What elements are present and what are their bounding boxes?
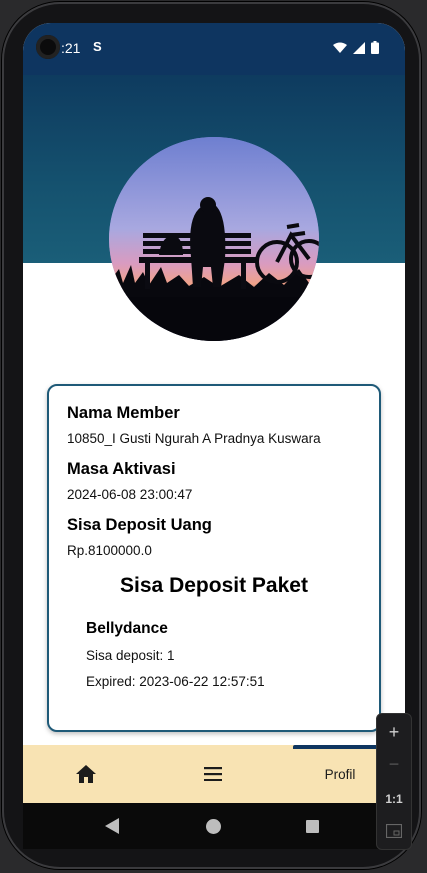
package-name: Bellydance <box>86 620 168 637</box>
member-name-value: 10850_I Gusti Ngurah A Pradnya Kuswara <box>67 431 321 446</box>
nav-profile-button[interactable]: Profil <box>307 745 373 803</box>
deposit-value: Rp.8100000.0 <box>67 543 152 558</box>
package-section-title: Sisa Deposit Paket <box>120 574 308 597</box>
zoom-in-button[interactable]: + <box>377 722 411 743</box>
back-icon[interactable] <box>105 818 119 834</box>
fit-screen-icon[interactable] <box>386 824 402 838</box>
bottom-navigation: Profil <box>23 745 405 803</box>
avatar-image <box>109 137 319 341</box>
zoom-ratio-button[interactable]: 1:1 <box>377 792 411 806</box>
active-tab-indicator <box>293 745 385 749</box>
profile-photo[interactable] <box>109 137 319 341</box>
member-name-label: Nama Member <box>67 404 180 422</box>
notification-icon: S <box>93 39 102 54</box>
menu-icon <box>204 767 222 781</box>
home-nav-icon[interactable] <box>206 819 221 834</box>
package-expired: Expired: 2023-06-22 12:57:51 <box>86 674 265 689</box>
activation-label: Masa Aktivasi <box>67 460 176 478</box>
nav-profile-label: Profil <box>324 766 356 782</box>
android-navigation-bar <box>23 803 405 849</box>
nav-home-button[interactable] <box>53 745 119 803</box>
zoom-out-button[interactable]: − <box>377 754 411 775</box>
status-icons <box>333 41 379 54</box>
member-info-card: Nama Member 10850_I Gusti Ngurah A Pradn… <box>47 384 381 732</box>
status-time: :21 <box>61 40 81 56</box>
recents-icon[interactable] <box>306 820 319 833</box>
status-bar: :21 S <box>23 23 405 75</box>
wifi-icon <box>333 42 347 53</box>
package-remaining: Sisa deposit: 1 <box>86 648 175 663</box>
app-screen: :21 S Nama Member 10850_I Gusti Ngurah A… <box>23 23 405 803</box>
deposit-label: Sisa Deposit Uang <box>67 516 212 534</box>
signal-icon <box>353 41 365 54</box>
battery-icon <box>371 41 379 54</box>
front-camera <box>36 35 60 59</box>
home-icon <box>76 765 96 783</box>
nav-menu-button[interactable] <box>180 745 246 803</box>
activation-value: 2024-06-08 23:00:47 <box>67 487 193 502</box>
emulator-zoom-panel: + − 1:1 <box>376 713 412 850</box>
